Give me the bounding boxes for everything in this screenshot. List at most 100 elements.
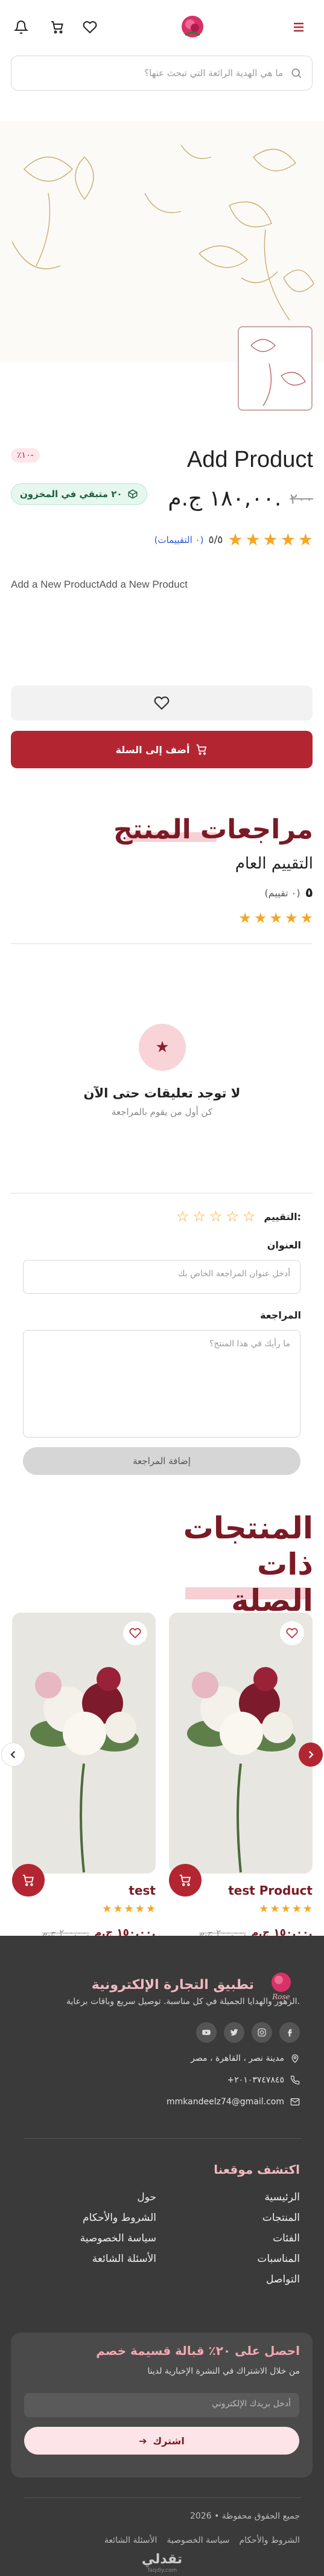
star-icon: ★ — [113, 1903, 123, 1915]
youtube-icon[interactable] — [196, 2022, 217, 2043]
carousel-prev-button[interactable] — [1, 1742, 25, 1767]
card-stars: ★ ★ ★ ★ ★ — [102, 1904, 156, 1915]
product-description: Add a New ProductAdd a New Product — [11, 579, 188, 590]
star-outline-icon[interactable]: ☆ — [226, 1208, 239, 1225]
add-to-cart-button[interactable] — [12, 1864, 45, 1897]
footer-link[interactable]: الرئيسية — [264, 2191, 300, 2203]
menu-icon[interactable] — [288, 17, 309, 37]
search-icon — [291, 68, 302, 79]
cart-icon — [22, 1874, 34, 1886]
phone-text: +٢٠١٠٣٧٤٧٨٤٥ — [227, 2075, 284, 2085]
newsletter-email-input[interactable]: أدخل بريدك الإلكتروني — [24, 2393, 299, 2417]
carousel-next-button[interactable] — [299, 1742, 323, 1767]
product-title: Add Product — [186, 447, 313, 472]
rating-count-link[interactable]: (٠ التقييمات) — [154, 535, 204, 545]
star-icon: ★ — [124, 1903, 134, 1915]
footer-bottom-link[interactable]: الأسئلة الشائعة — [104, 2536, 157, 2545]
facebook-icon[interactable] — [279, 2022, 300, 2043]
footer-link[interactable]: الفئات — [273, 2232, 300, 2244]
form-rating: التقييم: ☆ ☆ ☆ ☆ ☆ — [176, 1208, 301, 1225]
cart-icon — [197, 744, 207, 755]
star-icon: ★ — [280, 530, 296, 550]
footer-bottom-links: الشروط والأحكام سياسة الخصوصية الأسئلة ا… — [104, 2536, 300, 2545]
star-icon: ★ — [284, 910, 298, 927]
heart-icon[interactable] — [280, 1621, 304, 1645]
card-title[interactable]: test Product — [228, 1883, 313, 1898]
bell-icon[interactable] — [11, 17, 31, 37]
divider — [11, 943, 313, 944]
email-text: mmkandeelz74@gmail.com — [167, 2097, 284, 2107]
rating-picker: ☆ ☆ ☆ ☆ ☆ — [176, 1208, 256, 1225]
star-icon: ★ — [269, 910, 282, 927]
star-icon: ★ — [259, 1903, 269, 1915]
instagram-icon[interactable] — [252, 2022, 272, 2043]
footer-brand-title: تطبيق التجارة الإلكترونية — [91, 1977, 254, 1993]
contact-email[interactable]: mmkandeelz74@gmail.com — [167, 2097, 300, 2107]
footer-bottom-link[interactable]: الشروط والأحكام — [240, 2536, 300, 2545]
star-outline-icon[interactable]: ☆ — [176, 1208, 189, 1225]
rating-label: التقييم: — [264, 1210, 301, 1222]
star-outline-icon[interactable]: ☆ — [192, 1208, 206, 1225]
footer-link[interactable]: المنتجات — [262, 2212, 300, 2224]
footer-link[interactable]: حول — [137, 2191, 156, 2203]
footer-link[interactable]: التواصل — [266, 2273, 300, 2285]
review-textarea[interactable]: ما رأيك في هذا المنتج؟ — [23, 1330, 300, 1437]
divider — [24, 2497, 302, 2498]
footer-link[interactable]: المناسبات — [257, 2253, 300, 2265]
phone-icon — [290, 2075, 300, 2085]
location-icon — [291, 2054, 299, 2063]
submit-review-button[interactable]: إضافة المراجعة — [23, 1447, 300, 1475]
product-card[interactable] — [169, 1613, 313, 1874]
contact-phone[interactable]: +٢٠١٠٣٧٤٧٨٤٥ — [227, 2075, 300, 2085]
add-to-cart-button[interactable]: أضف إلى السلة — [11, 731, 313, 768]
product-rating: ★ ★ ★ ★ ★ ٥/٥ (٠ التقييمات) — [154, 532, 313, 548]
reviews-title: مراجعات المنتج — [113, 814, 313, 845]
star-icon: ★ — [302, 1903, 313, 1915]
heart-icon[interactable] — [123, 1621, 147, 1645]
footer-link[interactable]: الشروط والأحكام — [83, 2212, 156, 2224]
search-bar[interactable]: ما هي الهدية الرائعة التي تبحث عنها؟ — [11, 56, 313, 91]
product-card[interactable] — [12, 1613, 156, 1874]
twitter-icon[interactable] — [224, 2022, 244, 2043]
add-to-cart-button[interactable] — [169, 1864, 202, 1897]
heart-icon — [154, 696, 170, 710]
top-bar — [0, 0, 324, 56]
star-outline-icon[interactable]: ☆ — [209, 1208, 223, 1225]
title-label: العنوان — [267, 1239, 301, 1251]
footer-bottom-link[interactable]: سياسة الخصوصية — [167, 2536, 229, 2545]
wishlist-button[interactable] — [11, 686, 313, 721]
star-icon: ★ — [281, 1903, 291, 1915]
rose-logo[interactable] — [176, 10, 209, 43]
mail-icon — [290, 2098, 300, 2105]
star-icon: ★ — [253, 910, 267, 927]
star-icon: ★ — [297, 530, 313, 550]
rating-value: ٥/٥ — [208, 534, 223, 546]
discount-badge: ٪١٠- — [11, 448, 40, 463]
cart-icon — [179, 1874, 191, 1886]
cart-icon[interactable] — [47, 17, 68, 37]
subscribe-button[interactable]: اشترك ➔ — [24, 2427, 299, 2455]
subscribe-label: اشترك — [153, 2435, 185, 2447]
divider — [24, 2138, 302, 2139]
footer-link[interactable]: سياسة الخصوصية — [80, 2232, 156, 2244]
overall-score-value: ٥ — [305, 885, 313, 901]
review-title-input[interactable]: أدخل عنوان المراجعة الخاص بك — [23, 1260, 300, 1294]
footer-link[interactable]: الأسئلة الشائعة — [92, 2253, 156, 2265]
star-icon: ★ — [102, 1903, 112, 1915]
card-title[interactable]: test — [129, 1883, 156, 1898]
star-icon: ★ — [139, 1024, 186, 1071]
overall-score: ٥ (٠ تقييم) — [265, 885, 313, 901]
newsletter-title: احصل على ٢٠٪ قبالة قسيمة خصم — [96, 2343, 300, 2358]
star-outline-icon[interactable]: ☆ — [243, 1208, 256, 1225]
star-icon: ★ — [291, 1903, 302, 1915]
price-row: ٢٠٠ ١٨٠,٠٠ ج.م. — [168, 486, 313, 511]
search-input[interactable]: ما هي الهدية الرائعة التي تبحث عنها؟ — [144, 68, 283, 79]
credit-logo[interactable]: تقدلي — [0, 2552, 324, 2567]
overall-stars: ★ ★ ★ ★ ★ — [238, 911, 313, 925]
stock-badge: ٢٠ متبقي في المخزون — [11, 483, 147, 505]
star-icon: ★ — [262, 530, 278, 550]
box-icon — [128, 489, 138, 499]
no-reviews-subtitle: كن أول من يقوم بالمراجعة — [111, 1107, 213, 1117]
gallery-thumbnail[interactable] — [238, 326, 313, 411]
heart-icon[interactable] — [80, 17, 100, 37]
